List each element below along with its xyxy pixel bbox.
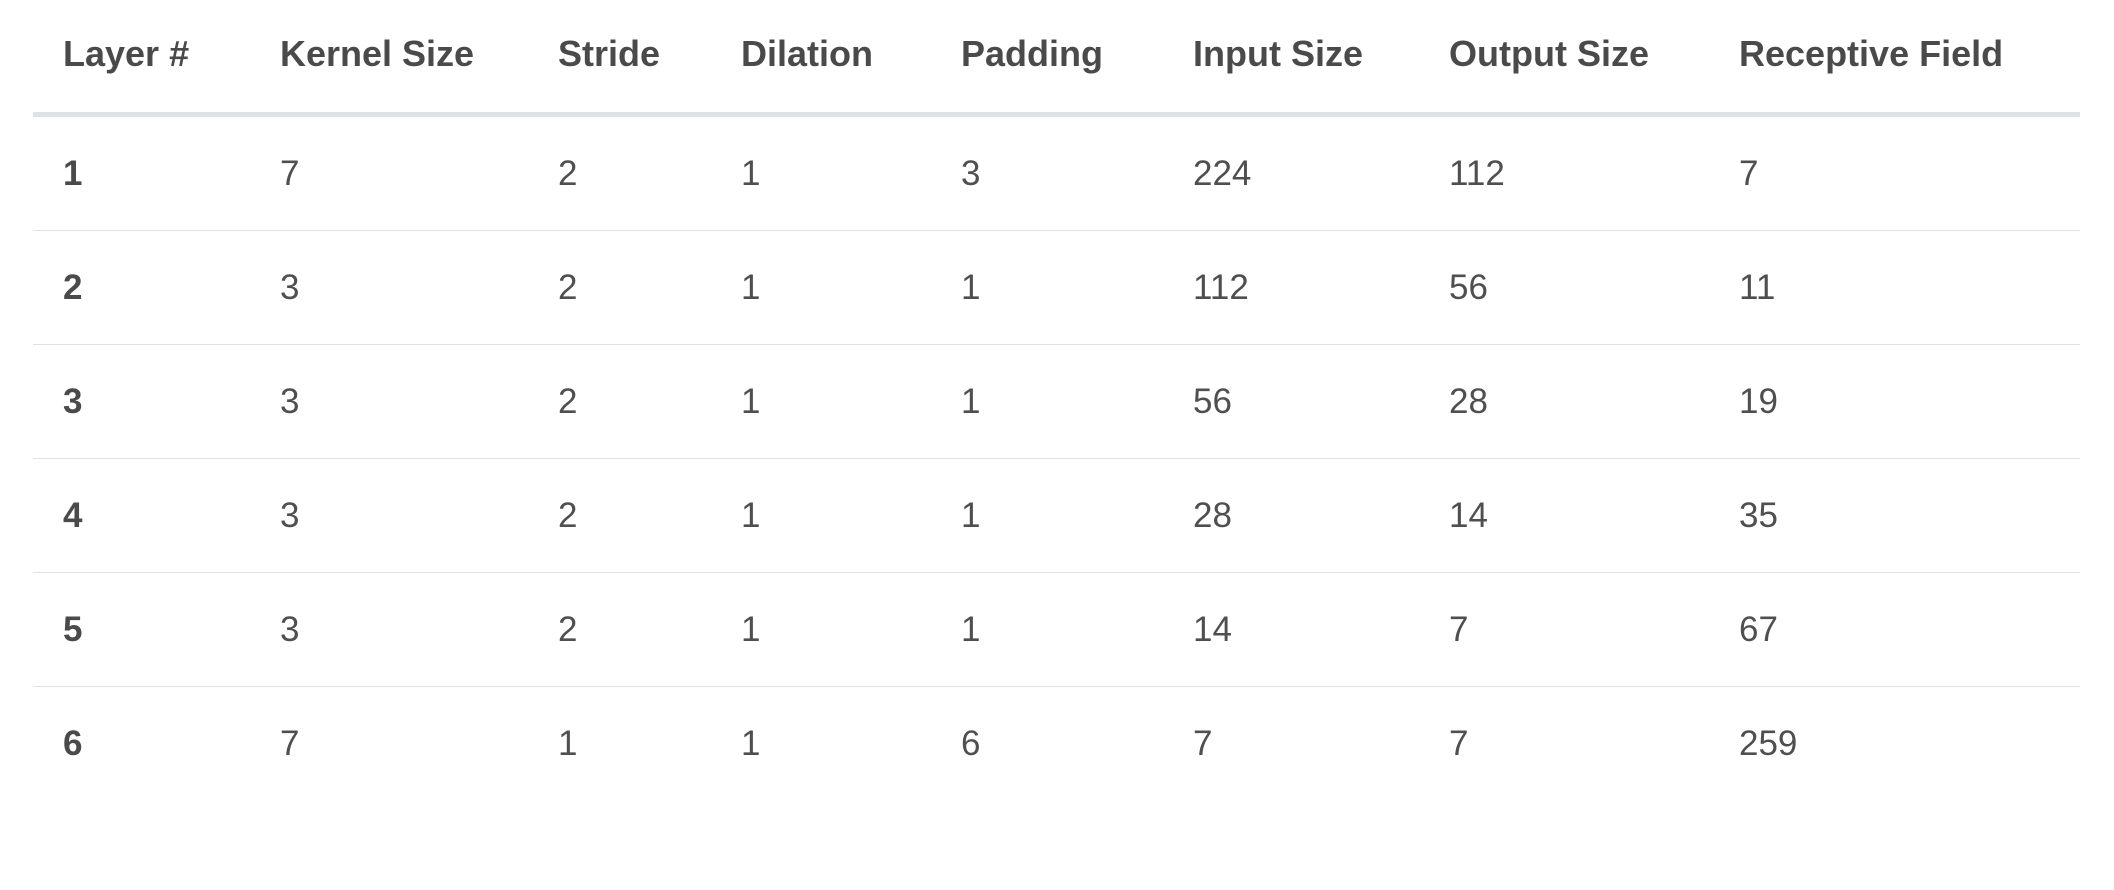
cell-output-size: 112 (1419, 114, 1709, 231)
cell-output-size: 56 (1419, 230, 1709, 345)
cell-receptive-field: 35 (1709, 458, 2080, 573)
cell-output-size: 7 (1449, 723, 1469, 763)
cell-padding: 1 (931, 344, 1163, 459)
cell-input-size: 14 (1163, 572, 1419, 687)
table-row: 1 7 2 1 3 224 112 7 (33, 114, 2080, 231)
cell-receptive-field: 19 (1709, 344, 2080, 459)
cell-kernel-size: 3 (250, 458, 528, 573)
header-receptive-field: Receptive Field (1709, 0, 2080, 117)
header-input-size: Input Size (1163, 0, 1419, 117)
table-header: Layer # Kernel Size Stride Dilation Padd… (33, 0, 2080, 117)
table-row: 2 3 2 1 1 112 56 11 (33, 230, 2080, 345)
cell-stride: 1 (558, 723, 578, 763)
cell-dilation: 1 (711, 458, 931, 573)
cell-output-size: 7 (1419, 572, 1709, 687)
table-row: 4 3 2 1 1 28 14 35 (33, 458, 2080, 573)
cell-kernel-size: 7 (280, 723, 300, 763)
cell-padding: 1 (931, 572, 1163, 687)
table-row: 6 7 1 1 6 7 7 259 (33, 687, 2080, 801)
cell-dilation: 1 (711, 572, 931, 687)
cell-dilation: 1 (711, 114, 931, 231)
table-row: 3 3 2 1 1 56 28 19 (33, 344, 2080, 459)
cell-padding: 3 (931, 114, 1163, 231)
table-body: 1 7 2 1 3 224 112 7 2 3 2 1 1 112 56 11 … (33, 114, 2080, 801)
cell-receptive-field: 11 (1709, 230, 2080, 345)
cell-input-size: 224 (1163, 114, 1419, 231)
cell-stride: 2 (528, 230, 711, 345)
cell-input-size: 112 (1163, 230, 1419, 345)
cell-layer-number: 1 (33, 114, 250, 231)
cell-layer-number: 6 (63, 723, 83, 763)
cell-kernel-size: 7 (250, 114, 528, 231)
cell-stride: 2 (528, 114, 711, 231)
cell-kernel-size: 3 (250, 344, 528, 459)
cell-layer-number: 2 (33, 230, 250, 345)
header-stride: Stride (528, 0, 711, 117)
cell-receptive-field: 7 (1709, 114, 2080, 231)
cell-kernel-size: 3 (250, 230, 528, 345)
cell-receptive-field: 259 (1739, 723, 1798, 763)
table-row: 5 3 2 1 1 14 7 67 (33, 572, 2080, 687)
header-dilation: Dilation (711, 0, 931, 117)
cell-stride: 2 (528, 458, 711, 573)
cell-input-size: 56 (1163, 344, 1419, 459)
cell-kernel-size: 3 (250, 572, 528, 687)
cell-dilation: 1 (711, 230, 931, 345)
cell-padding: 1 (931, 230, 1163, 345)
cell-stride: 2 (528, 572, 711, 687)
layer-table-container: Layer # Kernel Size Stride Dilation Padd… (33, 0, 2080, 800)
cell-dilation: 1 (741, 723, 761, 763)
cell-input-size: 7 (1193, 723, 1213, 763)
cell-receptive-field: 67 (1709, 572, 2080, 687)
header-padding: Padding (931, 0, 1163, 117)
cell-output-size: 28 (1419, 344, 1709, 459)
header-kernel-size: Kernel Size (250, 0, 528, 117)
cell-layer-number: 5 (33, 572, 250, 687)
header-output-size: Output Size (1419, 0, 1709, 117)
cell-layer-number: 3 (33, 344, 250, 459)
cell-output-size: 14 (1419, 458, 1709, 573)
header-layer-number: Layer # (33, 0, 250, 117)
cell-stride: 2 (528, 344, 711, 459)
cell-padding: 1 (931, 458, 1163, 573)
cell-dilation: 1 (711, 344, 931, 459)
cell-layer-number: 4 (33, 458, 250, 573)
cell-input-size: 28 (1163, 458, 1419, 573)
receptive-field-table: Layer # Kernel Size Stride Dilation Padd… (33, 0, 2080, 800)
header-row: Layer # Kernel Size Stride Dilation Padd… (33, 0, 2080, 117)
cell-padding: 6 (961, 723, 981, 763)
